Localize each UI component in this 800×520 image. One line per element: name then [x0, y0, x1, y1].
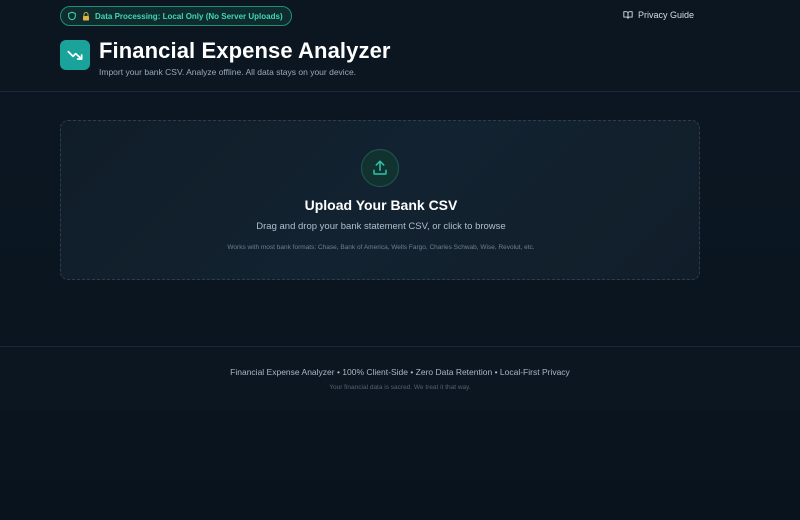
upload-icon	[373, 160, 387, 175]
upload-title: Upload Your Bank CSV	[304, 197, 458, 213]
app-logo	[60, 40, 90, 70]
app-page: Data Processing: Local Only (No Server U…	[0, 0, 800, 520]
footer-note: Your financial data is sacred. We treat …	[329, 384, 471, 391]
supported-formats-note: Works with most bank formats: Chase, Ban…	[227, 244, 535, 251]
lock-icon	[83, 11, 89, 20]
page-title: Financial Expense Analyzer	[99, 38, 391, 63]
privacy-guide-link[interactable]: Privacy Guide	[623, 10, 694, 20]
footer-tagline: Financial Expense Analyzer • 100% Client…	[230, 367, 570, 377]
privacy-guide-label: Privacy Guide	[637, 10, 694, 20]
book-open-icon	[623, 11, 633, 19]
privacy-status-badge: Data Processing: Local Only (No Server U…	[60, 6, 292, 26]
upload-description: Drag and drop your bank statement CSV, o…	[256, 221, 506, 232]
privacy-status-text: Data Processing: Local Only (No Server U…	[95, 11, 283, 21]
shield-icon	[68, 11, 76, 21]
upload-icon-container	[361, 149, 399, 187]
page-subtitle: Import your bank CSV. Analyze offline. A…	[99, 67, 357, 77]
csv-upload-dropzone[interactable]: Upload Your Bank CSV Drag and drop your …	[60, 120, 700, 280]
app-footer: Financial Expense Analyzer • 100% Client…	[0, 346, 800, 410]
app-header: Data Processing: Local Only (No Server U…	[0, 0, 800, 92]
trending-down-icon	[67, 50, 83, 60]
